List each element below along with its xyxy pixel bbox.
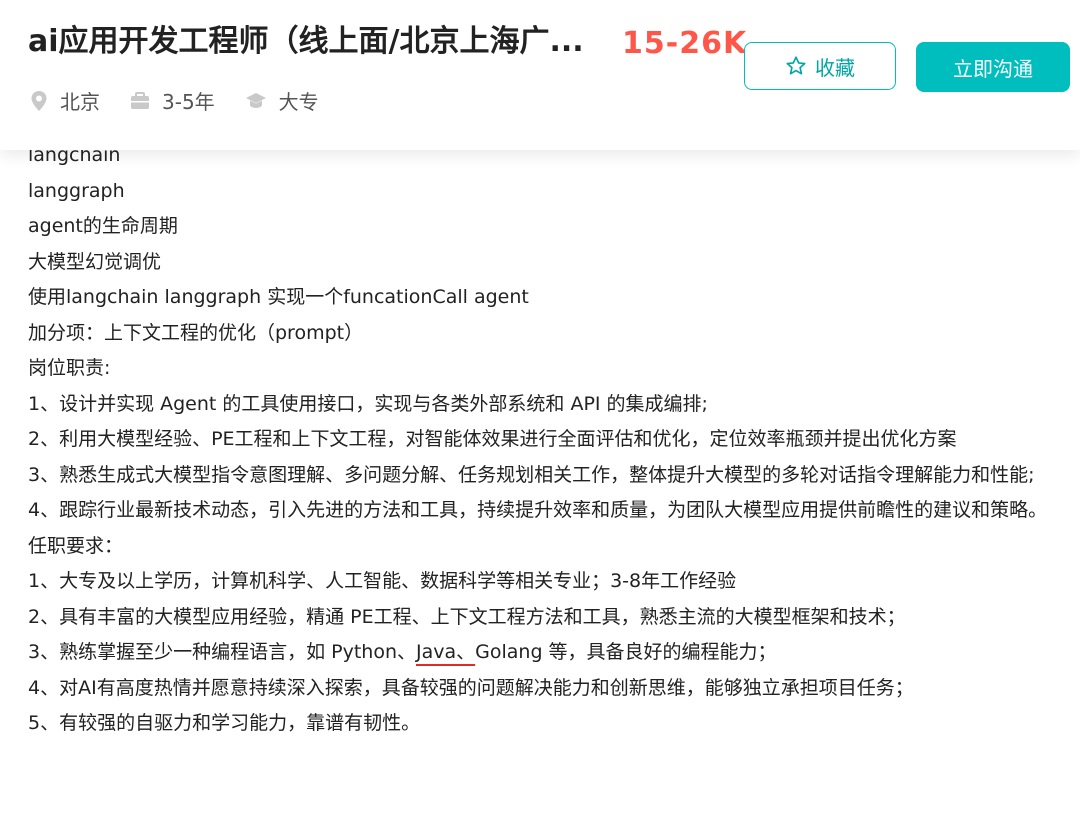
desc-line: agent的生命周期 bbox=[28, 215, 178, 237]
graduation-cap-icon bbox=[245, 92, 266, 108]
star-icon bbox=[786, 56, 806, 75]
location-text: 北京 bbox=[60, 90, 100, 114]
chat-now-button[interactable]: 立即沟通 bbox=[916, 42, 1070, 92]
desc-text: 3、熟练掌握至少一种编程语言，如 Python、 bbox=[28, 641, 416, 663]
desc-line: 1、大专及以上学历，计算机科学、人工智能、数据科学等相关专业；3-8年工作经验 bbox=[28, 570, 737, 592]
section-heading-duties: 岗位职责: bbox=[28, 357, 111, 379]
favorite-label: 收藏 bbox=[815, 55, 855, 80]
section-heading-requirements: 任职要求： bbox=[28, 534, 124, 557]
favorite-button[interactable]: 收藏 bbox=[744, 42, 896, 90]
desc-line: 5、有较强的自驱力和学习能力，靠谱有韧性。 bbox=[28, 712, 421, 734]
desc-line: 使用langchain langgraph 实现一个funcationCall … bbox=[28, 286, 529, 308]
experience-text: 3-5年 bbox=[162, 90, 215, 114]
desc-line: 大模型幻觉调优 bbox=[28, 250, 162, 273]
job-description: langchain langgraph agent的生命周期 大模型幻觉调优 使… bbox=[28, 138, 1068, 742]
desc-line: 2、利用大模型经验、PE工程和上下文工程，对智能体效果进行全面评估和优化，定位效… bbox=[28, 428, 957, 450]
meta-location: 北京 bbox=[30, 86, 100, 115]
salary: 15-26K bbox=[622, 26, 748, 61]
meta-experience: 3-5年 bbox=[130, 86, 215, 115]
desc-line: 2、具有丰富的大模型应用经验，精通 PE工程、上下文工程方法和工具，熟悉主流的大… bbox=[28, 605, 906, 628]
underlined-java: Java、 bbox=[416, 641, 476, 663]
location-pin-icon bbox=[31, 90, 47, 111]
meta-education: 大专 bbox=[245, 86, 319, 115]
briefcase-icon bbox=[131, 91, 149, 109]
job-meta: 北京 3-5年 大专 bbox=[30, 86, 349, 115]
job-detail-page: ai应用开发工程师（线上面/北京上海广... 15-26K 北京 3-5年 大专… bbox=[0, 0, 1080, 818]
job-header: ai应用开发工程师（线上面/北京上海广... 15-26K 北京 3-5年 大专… bbox=[0, 0, 1080, 150]
chat-now-label: 立即沟通 bbox=[953, 56, 1033, 81]
desc-line: 加分项：上下文工程的优化（prompt） bbox=[28, 321, 364, 344]
desc-line: 1、设计并实现 Agent 的工具使用接口，实现与各类外部系统和 API 的集成… bbox=[28, 392, 708, 415]
desc-line: 3、熟悉生成式大模型指令意图理解、多问题分解、任务规划相关工作，整体提升大模型的… bbox=[28, 463, 1035, 486]
desc-line: 3、熟练掌握至少一种编程语言，如 Python、Java、Golang 等，具备… bbox=[28, 635, 1068, 671]
desc-line: 4、对AI有高度热情并愿意持续深入探索，具备较强的问题解决能力和创新思维，能够独… bbox=[28, 676, 914, 699]
desc-text: Golang 等，具备良好的编程能力； bbox=[475, 641, 777, 663]
desc-line: langgraph bbox=[28, 179, 125, 202]
desc-line: 4、跟踪行业最新技术动态，引入先进的方法和工具，持续提升效率和质量，为团队大模型… bbox=[28, 499, 1048, 521]
education-text: 大专 bbox=[278, 90, 319, 114]
job-title: ai应用开发工程师（线上面/北京上海广... bbox=[28, 24, 584, 59]
